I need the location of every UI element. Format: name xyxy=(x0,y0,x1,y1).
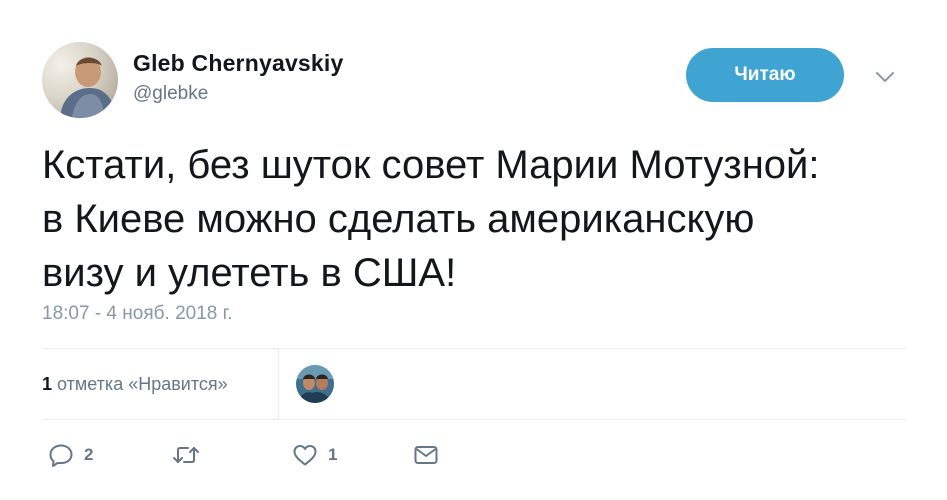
direct-message-button[interactable] xyxy=(413,442,439,468)
heart-icon xyxy=(292,443,318,467)
reply-icon xyxy=(48,443,74,467)
stats-divider xyxy=(278,349,279,419)
tweet-timestamp[interactable]: 18:07 - 4 нояб. 2018 г. xyxy=(42,303,233,325)
likes-label: отметка «Нравится» xyxy=(57,374,228,394)
author-handle[interactable]: @glebke xyxy=(133,83,208,105)
tweet-text-line: в Киеве можно сделать американскую xyxy=(42,197,755,241)
like-button[interactable]: 1 xyxy=(292,442,337,468)
like-count: 1 xyxy=(328,445,338,464)
reply-button[interactable]: 2 xyxy=(48,442,93,468)
reply-count: 2 xyxy=(84,445,94,464)
tweet-card: Gleb Chernyavskiy @glebke Читаю Кстати, … xyxy=(0,0,947,500)
likes-stat[interactable]: 1 отметка «Нравится» xyxy=(42,374,228,395)
envelope-icon xyxy=(413,443,439,467)
likes-count: 1 xyxy=(42,374,53,394)
liker-avatar[interactable] xyxy=(296,365,334,403)
retweet-button[interactable] xyxy=(172,442,210,468)
tweet-text-line: визу и улететь в США! xyxy=(42,251,457,295)
divider xyxy=(42,419,906,420)
tweet-text-line: Кстати, без шуток совет Марии Мотузной: xyxy=(42,143,820,187)
divider xyxy=(42,348,906,349)
tweet-text: Кстати, без шуток совет Марии Мотузной: … xyxy=(42,138,922,300)
author-display-name[interactable]: Gleb Chernyavskiy xyxy=(133,50,344,77)
retweet-icon xyxy=(172,443,200,467)
author-avatar[interactable] xyxy=(42,42,118,118)
chevron-down-icon[interactable] xyxy=(872,66,898,88)
follow-button[interactable]: Читаю xyxy=(686,48,844,102)
